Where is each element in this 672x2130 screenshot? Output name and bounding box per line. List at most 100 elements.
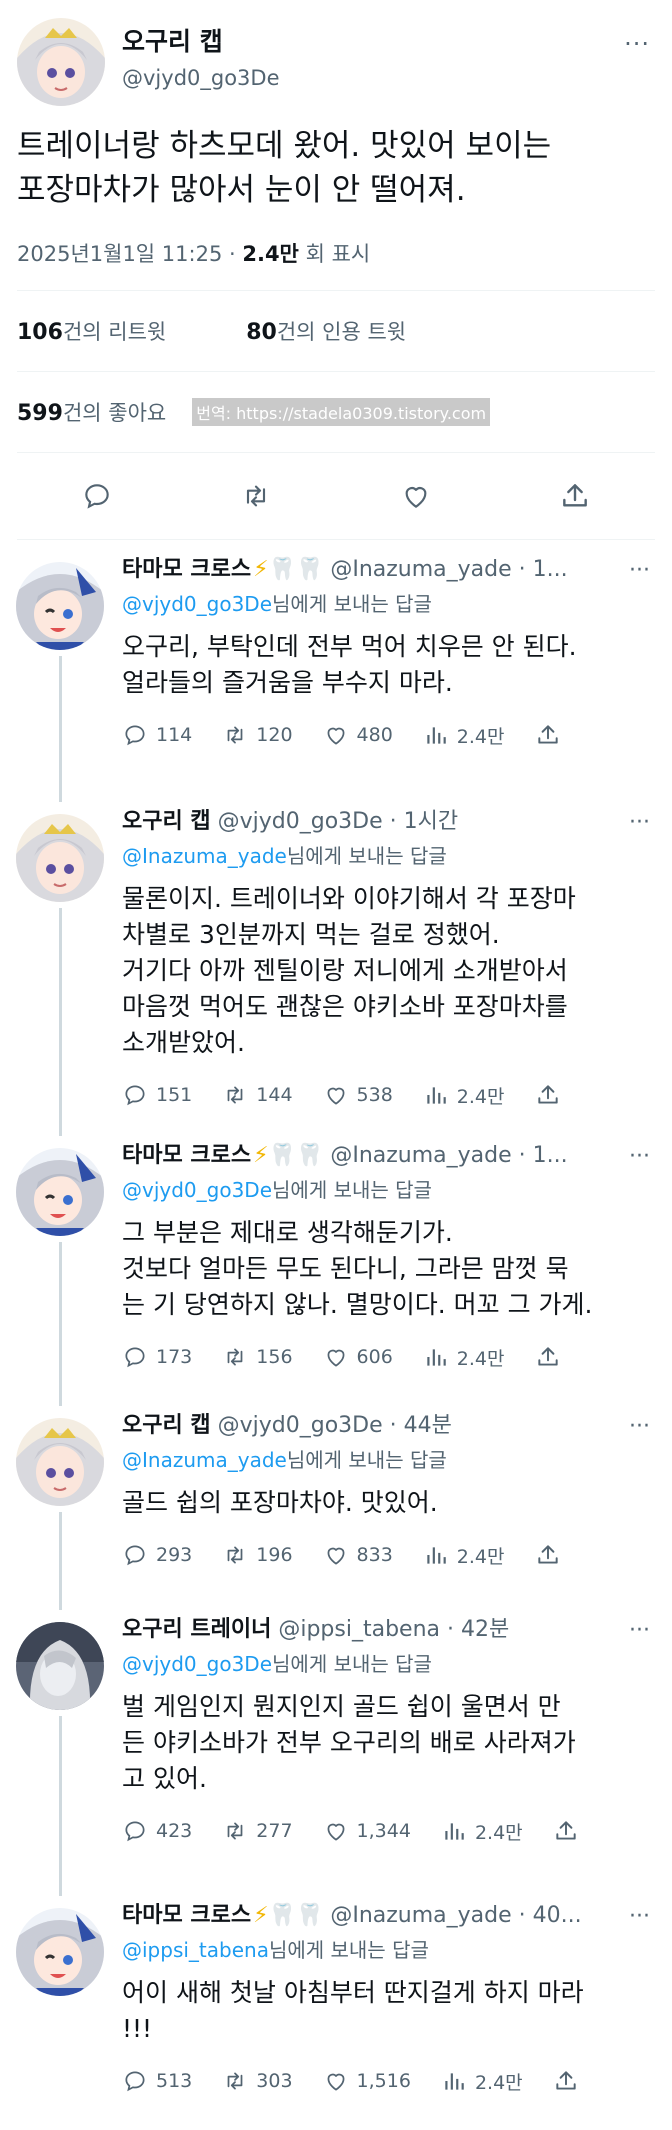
reply-actions: 513 303 1,516 2.4만 <box>122 2061 654 2101</box>
like-button[interactable]: 1,516 <box>323 2068 411 2094</box>
views-button[interactable]: 2.4만 <box>423 1344 505 1371</box>
reply-item[interactable]: 타마모 크로스⚡🦷🦷 @Inazuma_yade · 1... ··· @vjy… <box>0 1126 672 1406</box>
reply-button[interactable]: 151 <box>122 1082 192 1108</box>
like-icon <box>323 1344 349 1370</box>
retweet-icon <box>222 1082 248 1108</box>
share-icon <box>553 1818 579 1844</box>
retweet-count-link[interactable]: 106건의 리트윗 <box>17 316 166 346</box>
like-icon <box>323 722 349 748</box>
author-avatar[interactable] <box>17 18 105 106</box>
views-icon <box>441 2068 467 2094</box>
views-count: 2.4만 <box>456 1085 505 1108</box>
reply-author[interactable]: 타마모 크로스 <box>122 557 251 582</box>
reply-author[interactable]: 타마모 크로스 <box>122 1903 251 1928</box>
reply-icon[interactable] <box>81 480 113 512</box>
reply-button[interactable]: 513 <box>122 2068 192 2094</box>
share-button[interactable] <box>535 1344 569 1370</box>
like-count: 538 <box>356 1084 393 1106</box>
quote-count: 80 <box>246 320 277 345</box>
views-count: 2.4만 <box>456 1545 505 1568</box>
views-button[interactable]: 2.4만 <box>423 1082 505 1109</box>
reply-handle[interactable]: @Inazuma_yade · 1... <box>330 557 567 582</box>
retweet-button[interactable]: 196 <box>222 1542 293 1568</box>
mention-link[interactable]: @vjyd0_go3De <box>122 1652 272 1676</box>
retweet-button[interactable]: 303 <box>222 2068 293 2094</box>
more-icon[interactable]: ··· <box>629 1414 650 1439</box>
reply-button[interactable]: 293 <box>122 1542 192 1568</box>
post-date[interactable]: 2025년1월1일 11:25 · <box>17 242 236 266</box>
like-button[interactable]: 833 <box>323 1542 393 1568</box>
retweet-button[interactable]: 144 <box>222 1082 293 1108</box>
views-icon <box>423 1344 449 1370</box>
like-button[interactable]: 1,344 <box>323 1818 411 1844</box>
share-button[interactable] <box>535 1542 569 1568</box>
share-icon[interactable] <box>559 480 591 512</box>
share-button[interactable] <box>553 2068 587 2094</box>
reply-actions: 151 144 538 2.4만 <box>122 1075 654 1115</box>
quote-label: 건의 인용 트윗 <box>276 320 407 344</box>
views-button[interactable]: 2.4만 <box>423 1542 505 1569</box>
main-post: 트레이너랑 하츠모데 왔어. 맛있어 보이는 포장마차가 많아서 눈이 안 떨어… <box>0 124 672 540</box>
reply-avatar[interactable] <box>16 1418 104 1506</box>
more-icon[interactable]: ··· <box>629 558 650 583</box>
reply-avatar[interactable] <box>16 1908 104 1996</box>
reply-count: 513 <box>156 2070 193 2092</box>
reply-item[interactable]: 오구리 트레이너 @ippsi_tabena · 42분 ··· @vjyd0_… <box>0 1600 672 1896</box>
reply-author[interactable]: 타마모 크로스 <box>122 1143 251 1168</box>
reply-handle[interactable]: @vjyd0_go3De · 1시간 <box>218 809 458 834</box>
mention-link[interactable]: @ippsi_tabena <box>122 1938 269 1962</box>
mention-link[interactable]: @vjyd0_go3De <box>122 1178 272 1202</box>
quote-count-link[interactable]: 80건의 인용 트윗 <box>246 316 406 346</box>
more-icon[interactable]: ··· <box>629 810 650 835</box>
reply-author[interactable]: 오구리 캡 <box>122 809 211 834</box>
reply-handle[interactable]: @Inazuma_yade · 1... <box>330 1143 567 1168</box>
share-button[interactable] <box>553 1818 587 1844</box>
reply-actions: 114 120 480 2.4만 <box>122 715 654 755</box>
more-icon[interactable]: ··· <box>629 1618 650 1643</box>
reply-author[interactable]: 오구리 캡 <box>122 1413 211 1438</box>
retweet-button[interactable]: 156 <box>222 1344 293 1370</box>
reply-handle[interactable]: @vjyd0_go3De · 44분 <box>218 1413 452 1438</box>
mention-link[interactable]: @Inazuma_yade <box>122 844 287 868</box>
like-button[interactable]: 480 <box>323 722 393 748</box>
like-button[interactable]: 538 <box>323 1082 393 1108</box>
reply-count: 423 <box>156 1820 193 1842</box>
views-button[interactable]: 2.4만 <box>423 722 505 749</box>
retweet-count: 303 <box>256 2070 293 2092</box>
views-button[interactable]: 2.4만 <box>441 2068 523 2095</box>
reply-button[interactable]: 114 <box>122 722 192 748</box>
reply-handle[interactable]: @Inazuma_yade · 40... <box>330 1903 581 1928</box>
more-icon[interactable]: ··· <box>629 1904 650 1929</box>
like-icon[interactable] <box>400 480 432 512</box>
reply-avatar[interactable] <box>16 1148 104 1236</box>
reply-author[interactable]: 오구리 트레이너 <box>122 1617 271 1642</box>
reply-icon <box>122 1344 148 1370</box>
retweet-button[interactable]: 277 <box>222 1818 293 1844</box>
retweet-icon <box>222 722 248 748</box>
reply-button[interactable]: 173 <box>122 1344 192 1370</box>
share-button[interactable] <box>535 722 569 748</box>
reply-avatar[interactable] <box>16 1622 104 1710</box>
reply-avatar[interactable] <box>16 814 104 902</box>
like-label: 건의 좋아요 <box>62 401 167 425</box>
retweet-button[interactable]: 120 <box>222 722 293 748</box>
mention-link[interactable]: @Inazuma_yade <box>122 1448 287 1472</box>
reply-item[interactable]: 타마모 크로스⚡🦷🦷 @Inazuma_yade · 1... ··· @vjy… <box>0 540 672 802</box>
reply-item[interactable]: 타마모 크로스⚡🦷🦷 @Inazuma_yade · 40... ··· @ip… <box>0 1886 672 2130</box>
author-handle[interactable]: @vjyd0_go3De <box>122 66 280 90</box>
reply-handle[interactable]: @ippsi_tabena · 42분 <box>278 1617 509 1642</box>
like-button[interactable]: 606 <box>323 1344 393 1370</box>
retweet-icon[interactable] <box>240 480 272 512</box>
views-button[interactable]: 2.4만 <box>441 1818 523 1845</box>
more-icon[interactable]: ··· <box>629 1144 650 1169</box>
reply-item[interactable]: 오구리 캡 @vjyd0_go3De · 44분 ··· @Inazuma_ya… <box>0 1396 672 1610</box>
post-header: 오구리 캡 @vjyd0_go3De ··· <box>0 0 672 118</box>
like-count-link[interactable]: 599건의 좋아요 <box>17 397 166 427</box>
reply-button[interactable]: 423 <box>122 1818 192 1844</box>
share-button[interactable] <box>535 1082 569 1108</box>
reply-avatar[interactable] <box>16 562 104 650</box>
reply-item[interactable]: 오구리 캡 @vjyd0_go3De · 1시간 ··· @Inazuma_ya… <box>0 792 672 1136</box>
more-icon[interactable]: ··· <box>624 30 650 58</box>
author-name[interactable]: 오구리 캡 <box>122 22 223 58</box>
mention-link[interactable]: @vjyd0_go3De <box>122 592 272 616</box>
